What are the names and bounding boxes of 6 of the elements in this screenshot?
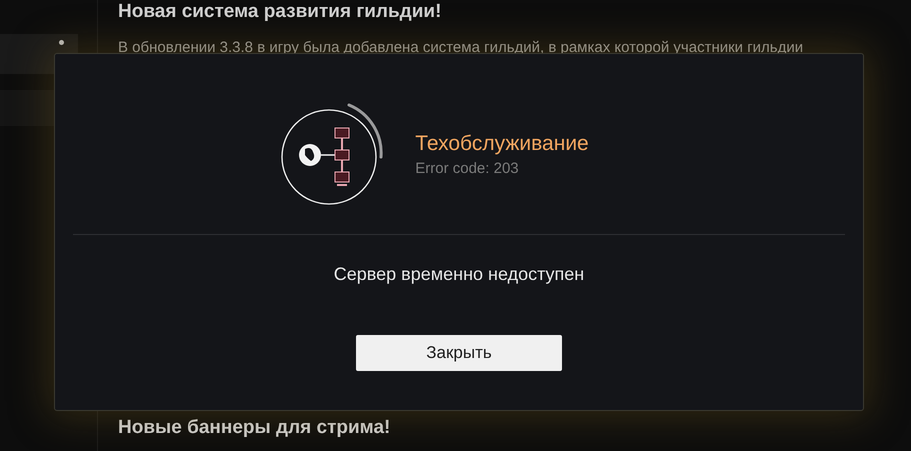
news-heading: Новая система развития гильдии! <box>118 1 442 23</box>
error-code: Error code: 203 <box>415 160 520 176</box>
close-button[interactable]: Закрыть <box>356 335 562 371</box>
error-message: Сервер временно недоступен <box>334 264 584 285</box>
dialog-title: Техобслуживание <box>415 132 589 156</box>
news-heading: Новые баннеры для стрима! <box>118 417 392 439</box>
